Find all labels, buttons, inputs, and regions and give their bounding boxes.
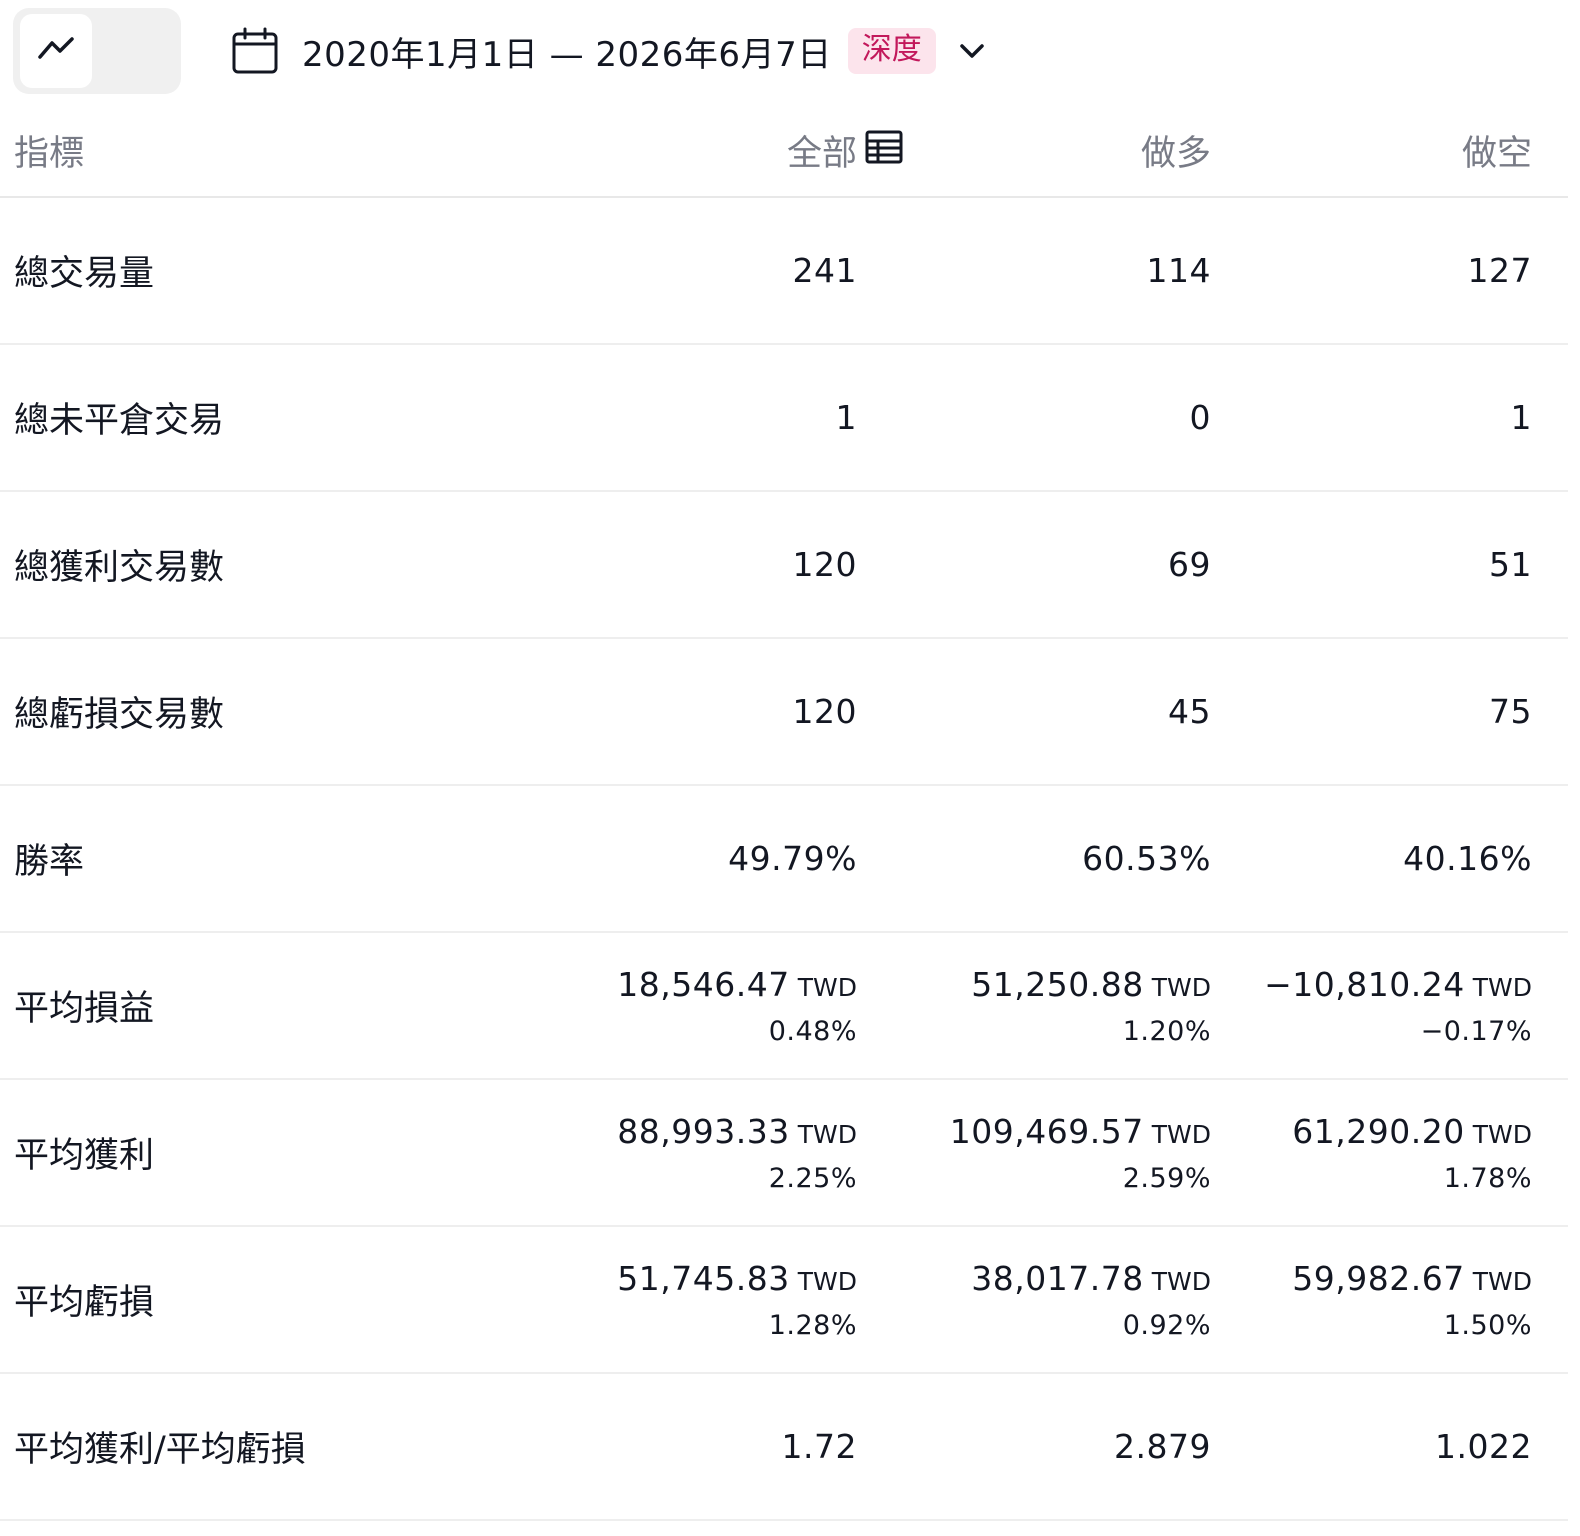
row-label: 總交易量 — [14, 254, 155, 294]
currency-all: TWD — [797, 1266, 857, 1296]
table-row: 平均損益 18,546.47 TWD 0.48% 51,250.88 TWD 1.2… — [0, 933, 1568, 1080]
value-long: 45 — [1168, 692, 1211, 731]
table-row: 平均虧損 51,745.83 TWD 1.28% 38,017.78 TWD 0.9… — [0, 1227, 1568, 1374]
pct-long: 0.92% — [1122, 1309, 1211, 1341]
currency-short: TWD — [1472, 1119, 1532, 1149]
pct-short: 1.50% — [1443, 1309, 1532, 1341]
value-long: 2.879 — [1114, 1427, 1211, 1466]
amount-long: 51,250.88 — [971, 964, 1144, 1004]
value-all: 120 — [792, 692, 857, 731]
row-label: 平均虧損 — [14, 1283, 155, 1323]
value-short: 127 — [1467, 251, 1532, 290]
value-short: 40.16% — [1403, 839, 1532, 878]
pct-short: 1.78% — [1443, 1162, 1532, 1194]
row-label: 平均獲利/平均虧損 — [14, 1430, 306, 1470]
currency-long: TWD — [1151, 972, 1211, 1002]
amount-all: 18,546.47 — [617, 964, 790, 1004]
table-header: 指標 全部 做多 做空 — [0, 104, 1568, 198]
value-all: 120 — [792, 545, 857, 584]
line-chart-icon — [36, 29, 76, 73]
currency-short: TWD — [1472, 1266, 1532, 1296]
amount-short: 61,290.20 — [1292, 1111, 1465, 1151]
calendar-icon — [230, 26, 280, 76]
currency-long: TWD — [1151, 1266, 1211, 1296]
value-all: 1.72 — [781, 1427, 857, 1466]
date-range-text: 2020年1月1日 — 2026年6月7日 — [302, 34, 832, 75]
value-short: 1.022 — [1435, 1427, 1532, 1466]
value-long: 60.53% — [1082, 839, 1211, 878]
currency-short: TWD — [1472, 972, 1532, 1002]
row-label: 平均獲利 — [14, 1136, 155, 1176]
value-all: 49.79% — [728, 839, 857, 878]
pct-long: 2.59% — [1122, 1162, 1211, 1194]
amount-long: 109,469.57 — [949, 1111, 1144, 1151]
row-label: 總虧損交易數 — [14, 695, 225, 735]
amount-short: 59,982.67 — [1292, 1258, 1465, 1298]
value-all: 241 — [792, 251, 857, 290]
currency-long: TWD — [1151, 1119, 1211, 1149]
amount-all: 51,745.83 — [617, 1258, 790, 1298]
table-row: 總交易量 241 114 127 — [0, 198, 1568, 345]
value-all: 1 — [835, 398, 857, 437]
depth-badge: 深度 — [847, 28, 936, 74]
date-range-selector[interactable]: 2020年1月1日 — 2026年6月7日 深度 — [230, 16, 988, 86]
table-row: 總未平倉交易 1 0 1 — [0, 345, 1568, 492]
pct-all: 1.28% — [768, 1309, 857, 1341]
value-short: 51 — [1489, 545, 1532, 584]
row-label: 平均損益 — [14, 989, 155, 1029]
row-label: 總獲利交易數 — [14, 548, 225, 588]
pct-all: 0.48% — [768, 1015, 857, 1047]
table-row: 總虧損交易數 120 45 75 — [0, 639, 1568, 786]
table-row: 勝率 49.79% 60.53% 40.16% — [0, 786, 1568, 933]
header-metric: 指標 — [14, 133, 85, 174]
value-long: 114 — [1146, 251, 1211, 290]
header-short: 做空 — [1461, 133, 1532, 174]
currency-all: TWD — [797, 1119, 857, 1149]
performance-table: 指標 全部 做多 做空 總交易量 241 114 127 總未平倉交易 1 0 … — [0, 104, 1568, 1521]
value-short: 75 — [1489, 692, 1532, 731]
pct-all: 2.25% — [768, 1162, 857, 1194]
currency-all: TWD — [797, 972, 857, 1002]
value-long: 69 — [1168, 545, 1211, 584]
pct-long: 1.20% — [1122, 1015, 1211, 1047]
header-all: 全部 — [786, 133, 857, 174]
table-row: 平均獲利/平均虧損 1.72 2.879 1.022 — [0, 1374, 1568, 1521]
chart-view-button[interactable] — [20, 14, 92, 88]
view-toggle — [13, 8, 903, 164]
table-row: 總獲利交易數 120 69 51 — [0, 492, 1568, 639]
row-label: 勝率 — [14, 842, 85, 882]
row-label: 總未平倉交易 — [14, 401, 225, 441]
table-row: 平均獲利 88,993.33 TWD 2.25% 109,469.57 TWD 2.… — [0, 1080, 1568, 1227]
value-short: 1 — [1510, 398, 1532, 437]
pct-short: −0.17% — [1420, 1015, 1532, 1047]
amount-short: −10,810.24 — [1264, 964, 1465, 1004]
toolbar: 2020年1月1日 — 2026年6月7日 深度 — [0, 0, 1580, 164]
chevron-down-icon[interactable] — [956, 35, 988, 67]
value-long: 0 — [1189, 398, 1211, 437]
amount-all: 88,993.33 — [617, 1111, 790, 1151]
header-long: 做多 — [1140, 133, 1211, 174]
amount-long: 38,017.78 — [971, 1258, 1144, 1298]
